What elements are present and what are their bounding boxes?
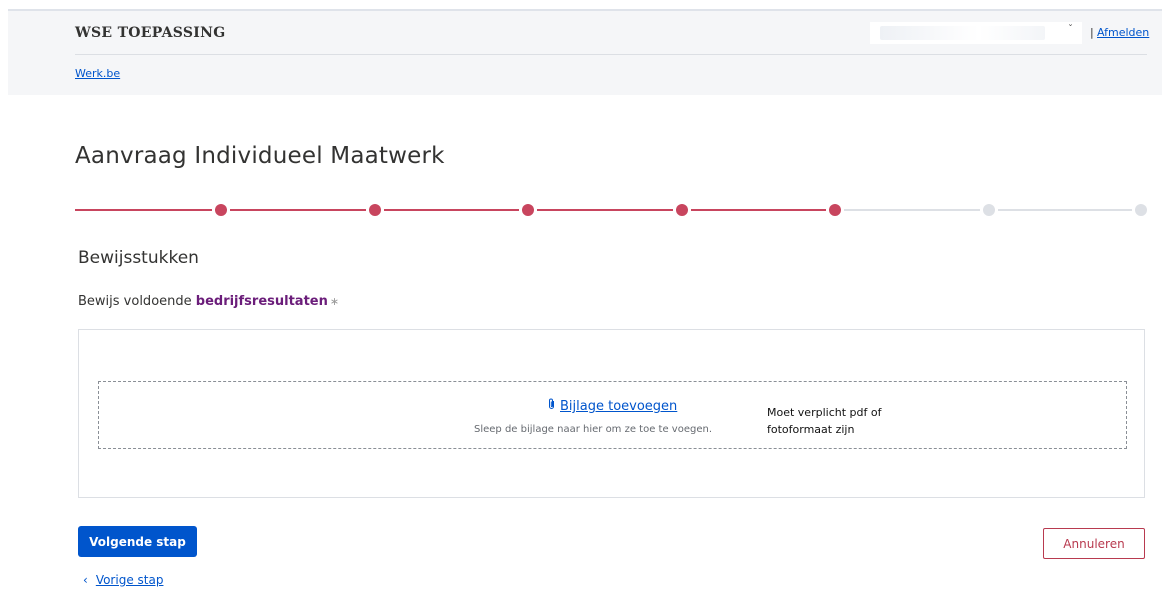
previous-step-link[interactable]: ‹ Vorige stap: [83, 573, 163, 587]
field-label-prefix: Bewijs voldoende: [78, 294, 196, 309]
header-divider: [75, 54, 1147, 55]
progress-line-1: [75, 209, 212, 211]
page-title: Aanvraag Individueel Maatwerk: [75, 143, 445, 169]
logout-link[interactable]: Afmelden: [1097, 26, 1149, 39]
format-note: Moet verplicht pdf of fotoformaat zijn: [767, 406, 882, 436]
section-title: Bewijsstukken: [78, 248, 199, 268]
progress-line-3: [383, 209, 519, 211]
logout-separator: |: [1090, 26, 1094, 39]
progress-line-2: [230, 209, 366, 211]
progress-step-5: [829, 204, 841, 216]
redacted-username: [880, 26, 1045, 40]
progress-line-5: [690, 209, 826, 211]
progress-line-4: [537, 209, 673, 211]
user-menu[interactable]: [870, 22, 1082, 44]
progress-step-6: [982, 204, 995, 216]
progress-step-4: [675, 204, 688, 216]
drop-hint: Sleep de bijlage naar hier om ze toe te …: [474, 424, 713, 435]
progress-step-3: [522, 204, 534, 216]
chevron-down-icon[interactable]: ˇ: [1068, 24, 1073, 35]
progress-step-7: [1135, 204, 1147, 216]
upload-panel: Bijlage toevoegen Sleep de bijlage naar …: [78, 329, 1145, 498]
cancel-button[interactable]: Annuleren: [1043, 528, 1145, 559]
field-label: Bewijs voldoende bedrijfsresultaten ∗: [78, 294, 339, 309]
add-attachment-label: Bijlage toevoegen: [560, 399, 678, 414]
progress-line-6: [844, 209, 980, 211]
app-title: WSE TOEPASSING: [75, 25, 226, 41]
chevron-left-icon: ‹: [83, 573, 88, 587]
progress-step-2: [368, 204, 381, 216]
home-link[interactable]: Werk.be: [75, 67, 120, 80]
add-attachment-link[interactable]: Bijlage toevoegen: [547, 398, 677, 414]
site-header: WSE TOEPASSING ˇ | Afmelden Werk.be: [8, 9, 1162, 95]
progress-stepper: [75, 200, 1147, 220]
previous-step-label: Vorige stap: [95, 573, 164, 587]
next-step-button[interactable]: Volgende stap: [78, 526, 197, 557]
progress-line-7: [997, 209, 1132, 211]
field-label-term[interactable]: bedrijfsresultaten: [196, 294, 328, 309]
required-marker: ∗: [329, 295, 340, 308]
progress-step-1: [215, 204, 227, 216]
paperclip-icon: [547, 398, 556, 413]
file-dropzone[interactable]: Bijlage toevoegen Sleep de bijlage naar …: [98, 381, 1127, 449]
